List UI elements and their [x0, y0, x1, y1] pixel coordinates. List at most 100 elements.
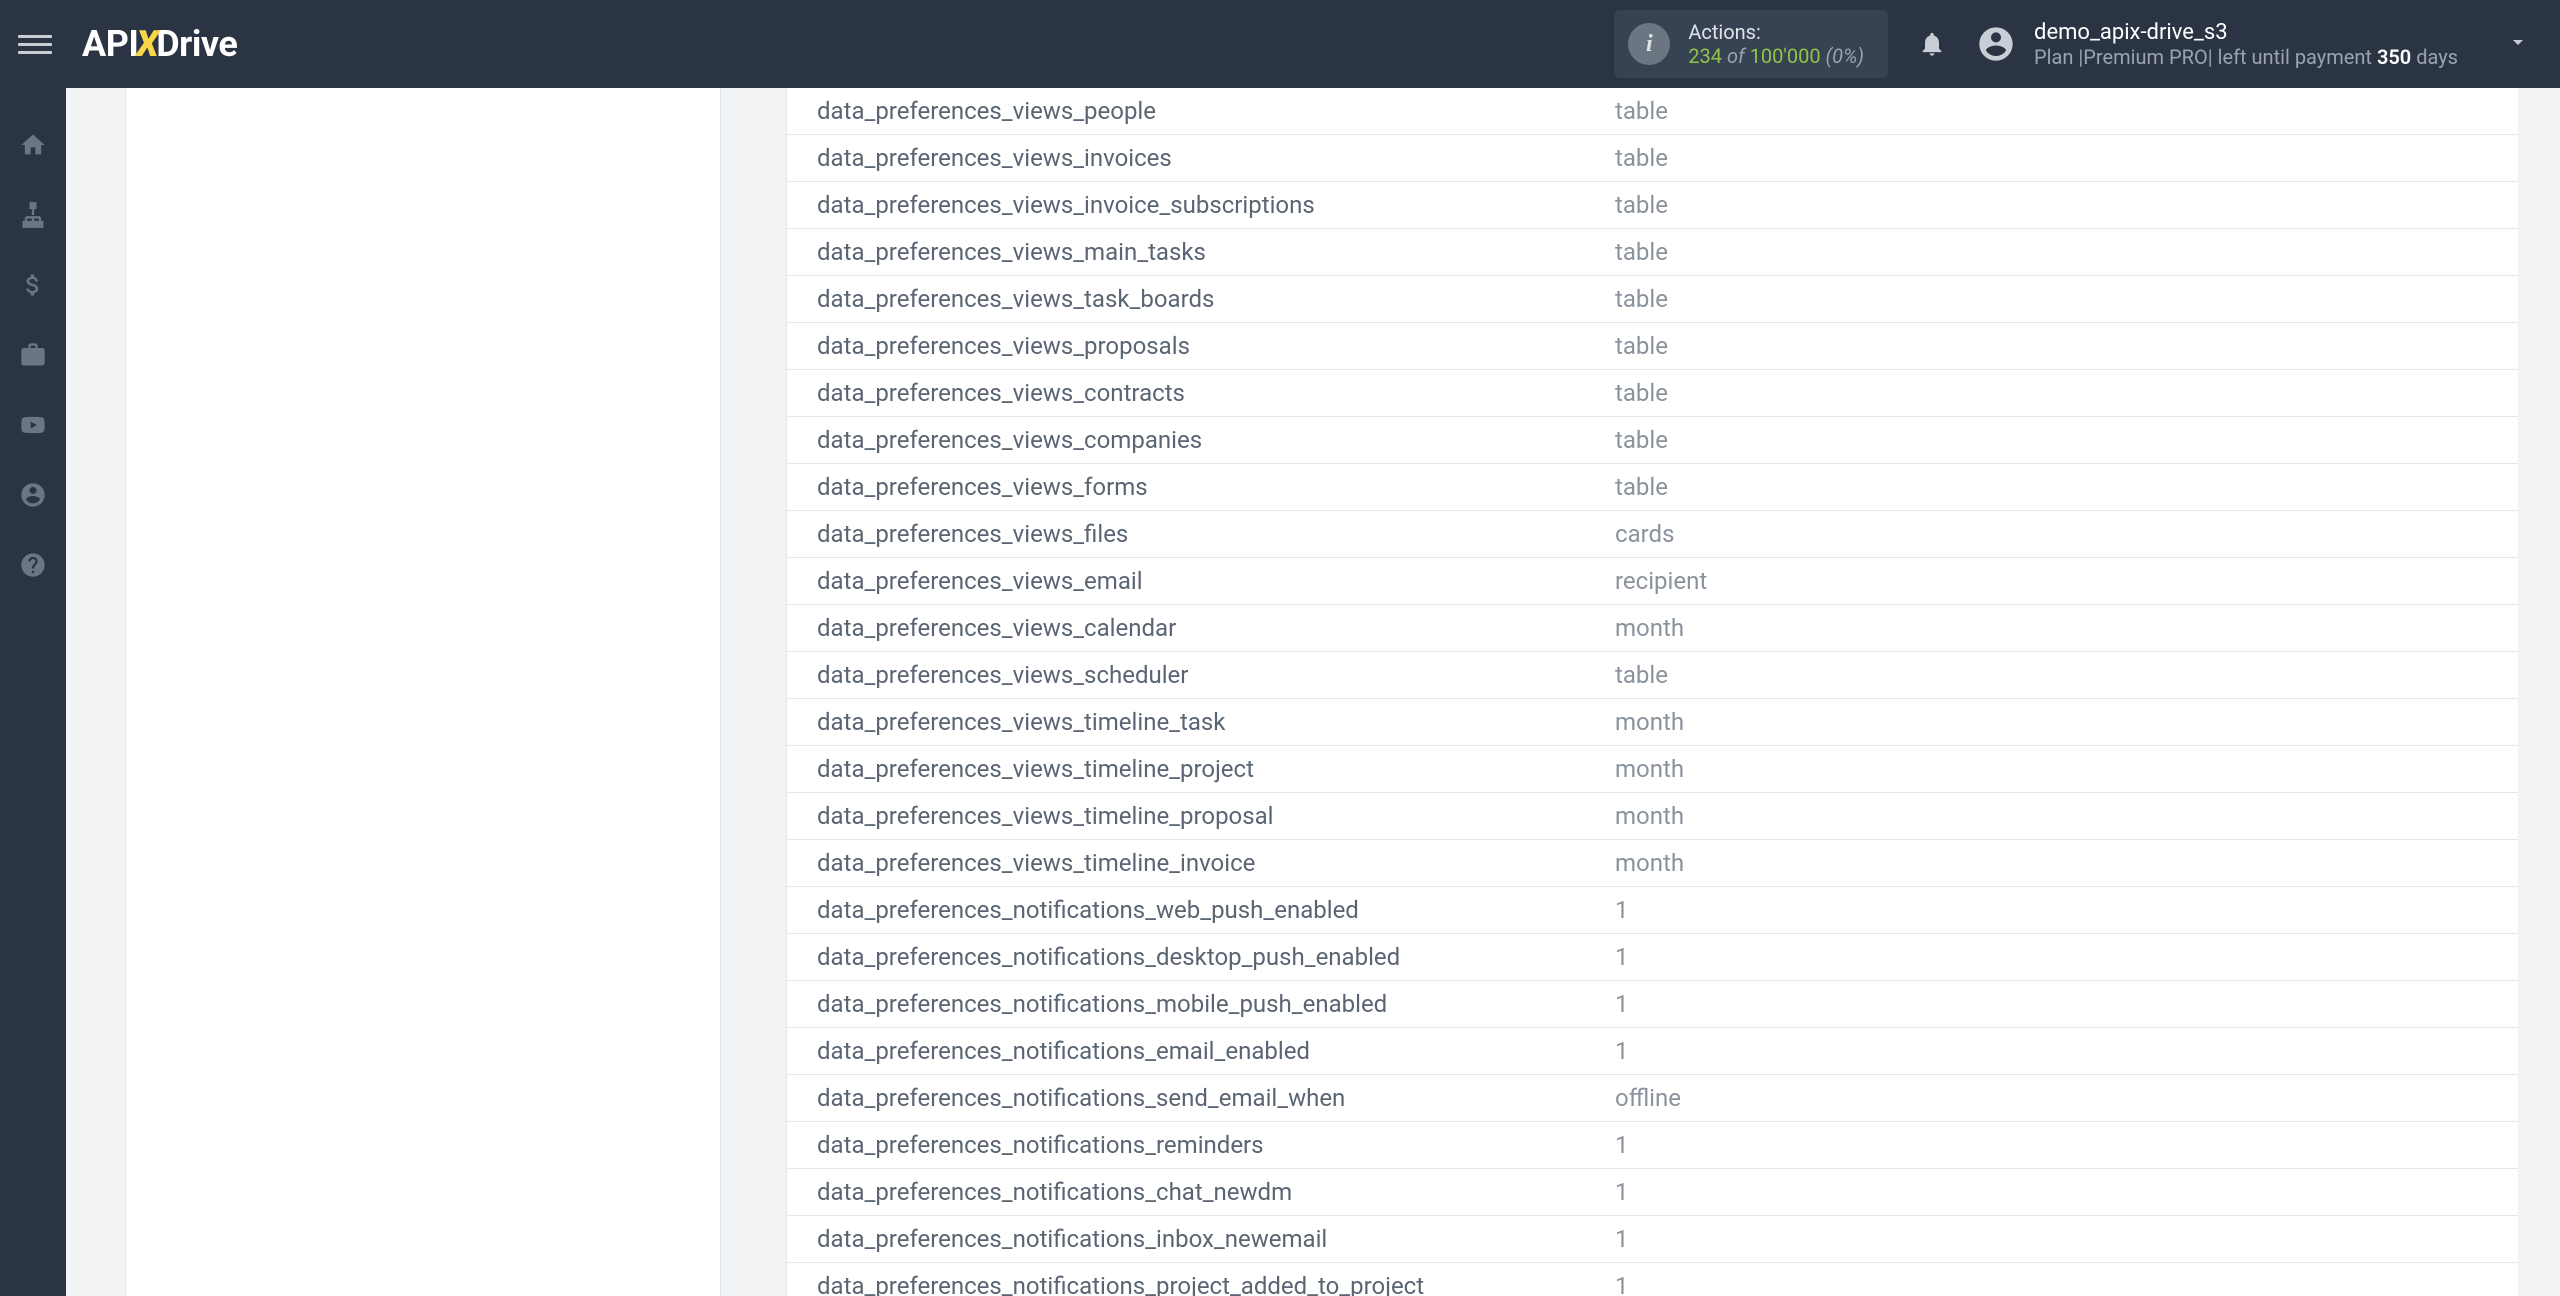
- row-value: table: [1615, 464, 2518, 511]
- row-value: table: [1615, 88, 2518, 135]
- header-right: i Actions: 234 of 100'000 (0%) demo_apix…: [1614, 10, 2530, 78]
- sidebar-nav: [0, 88, 66, 1296]
- row-value: recipient: [1615, 558, 2518, 605]
- table-row: data_preferences_views_task_boardstable: [787, 276, 2518, 323]
- actions-count: 234: [1688, 44, 1722, 68]
- row-value: month: [1615, 793, 2518, 840]
- table-row: data_preferences_views_invoice_subscript…: [787, 182, 2518, 229]
- row-value: table: [1615, 182, 2518, 229]
- row-value: table: [1615, 652, 2518, 699]
- row-key: data_preferences_views_people: [787, 88, 1615, 135]
- row-value: 1: [1615, 981, 2518, 1028]
- row-key: data_preferences_views_main_tasks: [787, 229, 1615, 276]
- row-value: 1: [1615, 1169, 2518, 1216]
- row-key: data_preferences_views_timeline_proposal: [787, 793, 1615, 840]
- table-row: data_preferences_views_calendarmonth: [787, 605, 2518, 652]
- row-value: table: [1615, 276, 2518, 323]
- table-row: data_preferences_views_timeline_taskmont…: [787, 699, 2518, 746]
- row-key: data_preferences_notifications_email_ena…: [787, 1028, 1615, 1075]
- user-name: demo_apix-drive_s3: [2034, 20, 2458, 45]
- row-key: data_preferences_views_invoice_subscript…: [787, 182, 1615, 229]
- row-value: table: [1615, 229, 2518, 276]
- plan-days-suffix: days: [2411, 45, 2458, 69]
- table-row: data_preferences_views_timeline_invoicem…: [787, 840, 2518, 887]
- row-value: 1: [1615, 1216, 2518, 1263]
- table-row: data_preferences_views_companiestable: [787, 417, 2518, 464]
- actions-counter[interactable]: i Actions: 234 of 100'000 (0%): [1614, 10, 1888, 78]
- row-key: data_preferences_views_task_boards: [787, 276, 1615, 323]
- row-value: month: [1615, 605, 2518, 652]
- row-key: data_preferences_views_email: [787, 558, 1615, 605]
- row-value: 1: [1615, 1028, 2518, 1075]
- nav-help-icon[interactable]: [16, 548, 50, 582]
- user-menu[interactable]: demo_apix-drive_s3 Plan |Premium PRO| le…: [1976, 20, 2530, 69]
- row-value: cards: [1615, 511, 2518, 558]
- table-row: data_preferences_views_timeline_proposal…: [787, 793, 2518, 840]
- table-row: data_preferences_notifications_desktop_p…: [787, 934, 2518, 981]
- user-text: demo_apix-drive_s3 Plan |Premium PRO| le…: [2034, 20, 2458, 69]
- row-value: 1: [1615, 1263, 2518, 1296]
- row-key: data_preferences_views_timeline_invoice: [787, 840, 1615, 887]
- logo-text-x: X: [136, 23, 158, 65]
- row-key: data_preferences_views_timeline_task: [787, 699, 1615, 746]
- table-row: data_preferences_views_main_taskstable: [787, 229, 2518, 276]
- actions-label: Actions:: [1688, 20, 1864, 44]
- chevron-down-icon: [2506, 30, 2530, 58]
- table-row: data_preferences_views_schedulertable: [787, 652, 2518, 699]
- row-value: table: [1615, 323, 2518, 370]
- app-logo[interactable]: APIXDrive: [82, 23, 237, 65]
- actions-pct: (0%): [1821, 44, 1864, 68]
- nav-dollar-icon[interactable]: [16, 268, 50, 302]
- table-row: data_preferences_views_formstable: [787, 464, 2518, 511]
- row-key: data_preferences_views_forms: [787, 464, 1615, 511]
- main-content: data_preferences_views_peopletabledata_p…: [66, 88, 2560, 1296]
- row-key: data_preferences_notifications_reminders: [787, 1122, 1615, 1169]
- nav-home-icon[interactable]: [16, 128, 50, 162]
- row-value: month: [1615, 746, 2518, 793]
- row-key: data_preferences_notifications_project_a…: [787, 1263, 1615, 1296]
- plan-days-num: 350: [2377, 45, 2411, 69]
- logo-text-drive: Drive: [156, 23, 237, 65]
- avatar-icon: [1976, 24, 2016, 64]
- row-key: data_preferences_views_proposals: [787, 323, 1615, 370]
- app-header: APIXDrive i Actions: 234 of 100'000 (0%)…: [0, 0, 2560, 88]
- row-key: data_preferences_views_calendar: [787, 605, 1615, 652]
- actions-text: Actions: 234 of 100'000 (0%): [1688, 20, 1864, 68]
- table-row: data_preferences_notifications_mobile_pu…: [787, 981, 2518, 1028]
- row-key: data_preferences_notifications_mobile_pu…: [787, 981, 1615, 1028]
- row-key: data_preferences_notifications_send_emai…: [787, 1075, 1615, 1122]
- nav-youtube-icon[interactable]: [16, 408, 50, 442]
- table-row: data_preferences_views_peopletable: [787, 88, 2518, 135]
- row-key: data_preferences_notifications_web_push_…: [787, 887, 1615, 934]
- row-key: data_preferences_views_companies: [787, 417, 1615, 464]
- row-value: 1: [1615, 934, 2518, 981]
- table-row: data_preferences_views_filescards: [787, 511, 2518, 558]
- plan-mid: | left until payment: [2208, 45, 2377, 69]
- row-key: data_preferences_views_contracts: [787, 370, 1615, 417]
- row-key: data_preferences_views_timeline_project: [787, 746, 1615, 793]
- plan-prefix: Plan |: [2034, 45, 2083, 69]
- table-row: data_preferences_notifications_project_a…: [787, 1263, 2518, 1296]
- table-row: data_preferences_views_proposalstable: [787, 323, 2518, 370]
- row-key: data_preferences_notifications_inbox_new…: [787, 1216, 1615, 1263]
- notifications-bell-icon[interactable]: [1918, 30, 1946, 58]
- logo-text-api: API: [82, 23, 138, 65]
- table-row: data_preferences_notifications_chat_newd…: [787, 1169, 2518, 1216]
- row-value: offline: [1615, 1075, 2518, 1122]
- nav-briefcase-icon[interactable]: [16, 338, 50, 372]
- row-value: 1: [1615, 1122, 2518, 1169]
- actions-of: of: [1722, 44, 1750, 68]
- table-row: data_preferences_notifications_send_emai…: [787, 1075, 2518, 1122]
- table-row: data_preferences_notifications_email_ena…: [787, 1028, 2518, 1075]
- nav-sitemap-icon[interactable]: [16, 198, 50, 232]
- hamburger-menu-button[interactable]: [18, 27, 52, 61]
- row-value: month: [1615, 699, 2518, 746]
- row-value: 1: [1615, 887, 2518, 934]
- row-value: table: [1615, 370, 2518, 417]
- table-row: data_preferences_notifications_web_push_…: [787, 887, 2518, 934]
- left-panel: [125, 88, 721, 1296]
- info-icon: i: [1628, 23, 1670, 65]
- table-row: data_preferences_views_contractstable: [787, 370, 2518, 417]
- data-table: data_preferences_views_peopletabledata_p…: [787, 88, 2518, 1296]
- nav-user-icon[interactable]: [16, 478, 50, 512]
